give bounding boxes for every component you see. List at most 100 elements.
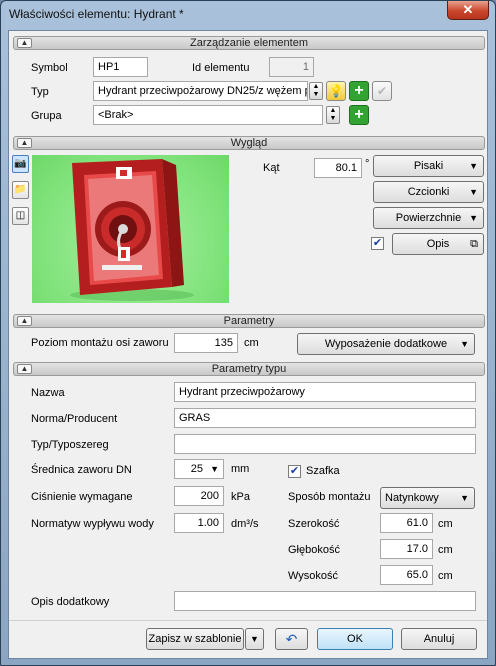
save-template-dropdown[interactable]: ▼ xyxy=(245,628,264,650)
mount-method-label: Sposób montażu xyxy=(288,491,371,503)
name-label: Nazwa xyxy=(31,387,65,399)
folder-icon[interactable]: 📁 xyxy=(12,181,29,199)
title-bar[interactable]: Właściwości elementu: Hydrant * ✕ xyxy=(1,1,495,29)
cabinet-checkbox[interactable]: ✔ xyxy=(288,465,301,478)
type-combo-value: Hydrant przeciwpożarowy DN25/z wężem p xyxy=(98,85,308,97)
undo-button[interactable]: ↶ xyxy=(275,628,308,650)
section-title: Wygląd xyxy=(230,137,268,149)
section-title: Parametry typu xyxy=(211,363,287,375)
section-header-type-params[interactable]: ▲ Parametry typu xyxy=(13,362,485,376)
norm-label: Norma/Producent xyxy=(31,413,118,425)
ok-button[interactable]: OK xyxy=(317,628,393,650)
mount-level-label: Poziom montażu osi zaworu xyxy=(31,337,169,349)
surfaces-button[interactable]: Powierzchnie ▼ xyxy=(373,207,484,229)
mount-method-value: Natynkowy xyxy=(385,492,439,504)
group-combo-value: <Brak> xyxy=(98,109,134,121)
dropdown-arrow-icon: ▼ xyxy=(469,161,478,171)
type-label: Typ xyxy=(31,86,49,98)
flow-unit: dm³/s xyxy=(231,518,259,530)
pressure-label: Ciśnienie wymagane xyxy=(31,491,133,503)
height-unit: cm xyxy=(438,570,453,582)
name-input[interactable]: Hydrant przeciwpożarowy xyxy=(174,382,476,402)
element-id-field: 1 xyxy=(269,57,314,77)
depth-unit: cm xyxy=(438,544,453,556)
add-group-button[interactable]: + xyxy=(349,105,369,125)
valve-dn-select[interactable]: 25 ▼ xyxy=(174,459,224,479)
undo-icon: ↶ xyxy=(285,631,298,647)
mount-level-unit: cm xyxy=(244,337,259,349)
mount-level-input[interactable]: 135 xyxy=(174,333,238,353)
description-checkbox[interactable]: ✔ xyxy=(371,237,384,250)
dropdown-arrow-icon: ▼ xyxy=(250,634,259,644)
depth-label: Głębokość xyxy=(288,544,340,556)
description-button-label: Opis xyxy=(426,238,450,250)
collapse-icon[interactable]: ▲ xyxy=(17,364,32,374)
type-combo[interactable]: Hydrant przeciwpożarowy DN25/z wężem p xyxy=(93,81,308,101)
height-input[interactable]: 65.0 xyxy=(380,565,433,585)
dropdown-arrow-icon: ▼ xyxy=(469,187,478,197)
cube-icon[interactable]: ◫ xyxy=(12,207,29,225)
section-header-management[interactable]: ▲ Zarządzanie elementem xyxy=(13,36,485,50)
norm-input[interactable]: GRAS xyxy=(174,408,476,428)
extra-equipment-button[interactable]: Wyposażenie dodatkowe ▼ xyxy=(297,333,475,355)
valve-dn-value: 25 xyxy=(190,463,203,475)
lightbulb-icon[interactable]: 💡 xyxy=(326,81,346,101)
pens-button-label: Pisaki xyxy=(413,160,444,172)
dropdown-arrow-icon: ▼ xyxy=(460,339,469,349)
symbol-label: Symbol xyxy=(31,62,68,74)
section-header-params[interactable]: ▲ Parametry xyxy=(13,314,485,328)
fonts-button[interactable]: Czcionki ▼ xyxy=(373,181,484,203)
collapse-icon[interactable]: ▲ xyxy=(17,38,32,48)
height-label: Wysokość xyxy=(288,570,339,582)
flow-label: Normatyw wypływu wody xyxy=(31,518,154,530)
cancel-button[interactable]: Anuluj xyxy=(401,628,477,650)
angle-label: Kąt xyxy=(263,162,280,174)
window-title: Właściwości elementu: Hydrant * xyxy=(9,7,184,21)
flow-input[interactable]: 1.00 xyxy=(174,513,224,533)
type-series-label: Typ/Typoszereg xyxy=(31,439,109,451)
section-header-appearance[interactable]: ▲ Wygląd xyxy=(13,136,485,150)
type-spin-icon[interactable]: ▲ ▼ xyxy=(309,82,323,100)
collapse-icon[interactable]: ▲ xyxy=(17,138,32,148)
type-series-input[interactable] xyxy=(174,434,476,454)
confirm-check-icon: ✔ xyxy=(372,81,392,101)
dialog-window: Właściwości elementu: Hydrant * ✕ ▲ Zarz… xyxy=(0,0,496,666)
depth-input[interactable]: 17.0 xyxy=(380,539,433,559)
angle-input[interactable]: 80.1 xyxy=(314,158,362,178)
group-spin-icon[interactable]: ▲ ▼ xyxy=(326,106,340,124)
symbol-input[interactable]: HP1 xyxy=(93,57,148,77)
hydrant-cabinet-graphic xyxy=(70,159,194,301)
section-title: Parametry xyxy=(223,315,275,327)
save-template-label: Zapisz w szablonie xyxy=(148,633,242,645)
hydrant-preview-image xyxy=(32,155,229,303)
dropdown-arrow-icon: ▼ xyxy=(469,213,478,223)
camera-icon[interactable]: 📷 xyxy=(12,155,29,173)
section-title: Zarządzanie elementem xyxy=(189,37,308,49)
valve-dn-unit: mm xyxy=(231,463,250,475)
group-combo[interactable]: <Brak> xyxy=(93,105,323,125)
extra-desc-input[interactable] xyxy=(174,591,476,611)
extra-desc-label: Opis dodatkowy xyxy=(31,596,110,608)
collapse-icon[interactable]: ▲ xyxy=(17,316,32,326)
dialog-client: ▲ Zarządzanie elementem Symbol HP1 Id el… xyxy=(8,30,488,659)
footer-divider xyxy=(9,620,487,621)
width-unit: cm xyxy=(438,518,453,530)
description-button[interactable]: Opis ⧉ xyxy=(392,233,484,255)
pressure-unit: kPa xyxy=(231,491,250,503)
save-template-button[interactable]: Zapisz w szablonie xyxy=(146,628,244,650)
cabinet-label: Szafka xyxy=(306,465,340,477)
fonts-button-label: Czcionki xyxy=(407,186,450,198)
group-label: Grupa xyxy=(31,110,62,122)
pressure-input[interactable]: 200 xyxy=(174,486,224,506)
close-button[interactable]: ✕ xyxy=(447,1,489,20)
valve-dn-label: Średnica zaworu DN xyxy=(31,464,132,476)
add-type-button[interactable]: + xyxy=(349,81,369,101)
mount-method-select[interactable]: Natynkowy ▼ xyxy=(380,487,475,509)
surfaces-button-label: Powierzchnie xyxy=(395,212,462,224)
cancel-button-label: Anuluj xyxy=(423,633,455,645)
extra-equipment-label: Wyposażenie dodatkowe xyxy=(324,338,448,350)
ok-button-label: OK xyxy=(347,633,363,645)
width-label: Szerokość xyxy=(288,518,340,530)
pens-button[interactable]: Pisaki ▼ xyxy=(373,155,484,177)
width-input[interactable]: 61.0 xyxy=(380,513,433,533)
